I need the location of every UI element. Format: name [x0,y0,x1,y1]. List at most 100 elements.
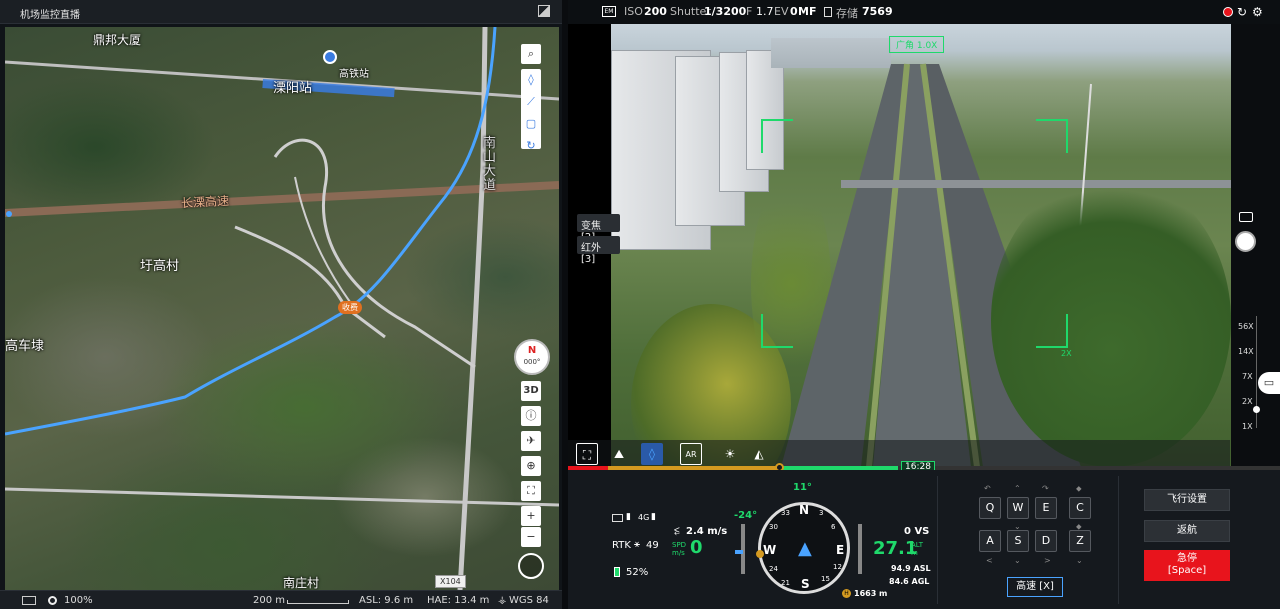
tree-cluster [991,174,1231,467]
photo-mode-icon[interactable] [1239,212,1253,222]
key-q[interactable]: Q [979,497,1001,519]
camera-feed[interactable]: 2X 广角 1.0X [611,24,1231,467]
satellite-icon: ⚹ [634,539,640,550]
asl-readout: 94.9 ASL [891,564,931,573]
feed-toolbar: ⛶ ⛰ ◊ AR ☀ ◭ [568,440,1230,467]
target-bracket-tl [761,119,793,153]
dash-divider [1118,476,1119,604]
spd-label: SPD m/s [672,541,687,557]
signal-strength-icon: ▮ [651,512,656,522]
camera-mode-icon: EM [602,6,616,17]
emergency-stop-label: 急停 [1177,553,1197,564]
emergency-stop-button[interactable]: 急停 [Space] [1144,550,1230,581]
dash-divider [937,476,938,604]
zoom-level-2x[interactable]: 2X [1242,397,1253,406]
focus-mode: MF [798,5,817,18]
map-panel-title: 机场监控直播 [20,10,80,21]
vertical-speed-readout: 0 VS [904,526,930,537]
shutter-button[interactable] [1235,231,1256,252]
map-compass[interactable]: N 000° [514,339,550,375]
ramp-2 [234,225,386,339]
battery-icon [614,567,620,577]
zoom-level-14x[interactable]: 14X [1238,347,1254,356]
compass-w: W [763,543,777,557]
info-icon[interactable]: ⓘ [521,406,541,426]
search-icon[interactable]: ⌕ [521,44,541,64]
home-marker-icon [756,550,764,558]
key-a[interactable]: A [979,530,1001,552]
satellite-map[interactable]: 鼎邦大厦 溧阳站 高铁站 南山大道 长溧高速 圩高村 高车埭 南庄村 收费 X1… [5,27,559,590]
road-south [5,487,559,507]
view-3d-button[interactable]: 3D [521,381,541,401]
map-label-yugao: 圩高村 [140,259,180,274]
expressway [5,181,559,217]
key-w[interactable]: W [1007,497,1029,519]
key-hint: ⬥ [1076,484,1082,493]
refresh-icon[interactable]: ↻ [521,135,541,157]
fit-view-icon[interactable]: ⛶ [521,481,541,501]
key-hint: < [986,556,993,565]
f-label: F [746,5,753,18]
key-c[interactable]: C [1069,497,1091,519]
zoom-lens-tab[interactable]: 变焦 [2] [577,214,620,243]
target-icon[interactable]: ◭ [748,443,770,465]
key-hint: ⌄ [1014,556,1021,565]
map-panel-titlebar: 机场监控直播 [0,0,562,24]
expand-icon[interactable] [538,5,550,17]
record-icon[interactable] [1223,7,1233,17]
camera-status-bar: EM ISO 200 Shutter 1/3200 F 1.7 EV 0 MF … [568,0,1280,24]
compass-tick: 15 [821,575,830,583]
chat-icon[interactable]: ▭ [1258,372,1280,394]
compass-tick: 3 [819,509,824,517]
shutter-value: 1/3200 [704,5,747,18]
ev-value: 0 [790,5,798,18]
key-z[interactable]: Z [1069,530,1091,552]
horizontal-speed: 2.4 m/s [686,526,728,537]
line-icon[interactable]: ⟋ [521,91,541,113]
locate-icon[interactable]: ⊕ [521,456,541,476]
map-label-nanshan-road: 南山大道 [483,136,497,193]
refresh-icon[interactable]: ↻ [1237,5,1247,19]
speed-mode-button[interactable]: 高速 [X] [1007,577,1063,597]
gear-icon[interactable]: ⚙ [1252,5,1263,19]
gimbal-pitch: -24° [734,510,758,521]
zoom-level-56x[interactable]: 56X [1238,322,1254,331]
zoom-level-7x[interactable]: 7X [1242,372,1253,381]
gimbal-scale [741,524,745,574]
key-hint: ↶ [984,484,991,493]
point-icon[interactable]: ◊ [521,69,541,91]
keyboard-icon[interactable] [22,596,36,605]
compass-tick: 21 [781,579,790,587]
zoom-out-button[interactable]: − [521,527,541,547]
ar-icon[interactable]: AR [680,443,702,465]
flight-settings-button[interactable]: 飞行设置 [1144,489,1230,511]
zoom-in-button[interactable]: + [521,506,541,526]
waypoint-icon[interactable]: ◊ [641,443,663,465]
brightness-icon[interactable]: ☀ [719,443,741,465]
key-d[interactable]: D [1035,530,1057,552]
map-status-bar: 100% 200 m ASL: 9.6 m HAE: 13.4 m ⚶ WGS … [0,590,562,609]
zoom-level-1x[interactable]: 1X [1242,422,1253,431]
fullscreen-icon[interactable]: ⛶ [576,443,598,465]
key-e[interactable]: E [1035,497,1057,519]
compass-tick: 33 [781,509,790,517]
compass-tick: 30 [769,523,778,531]
infrared-lens-tab[interactable]: 红外 [3] [577,236,620,265]
return-home-button[interactable]: 返航 [1144,520,1230,542]
key-s[interactable]: S [1007,530,1029,552]
map-type-toggle-icon[interactable] [518,553,544,579]
f-value: 1.7 [756,5,774,18]
rtk-satellites: 49 [646,540,659,551]
wind-icon: ⥶ [674,526,680,537]
map-overlay-icon[interactable]: ⛰ [608,443,630,465]
main-road [457,27,488,590]
map-scale: 200 m [253,595,286,606]
compass-heading: 000° [523,358,541,366]
aircraft-icon[interactable]: ✈ [521,431,541,451]
box-icon[interactable]: ▢ [521,113,541,135]
map-overlay [5,27,559,590]
zoom-slider-handle[interactable] [1253,406,1260,413]
altitude-unit: ALT m [911,541,924,557]
sd-card-icon [824,7,832,17]
map-label-dingbang: 鼎邦大厦 [93,33,142,47]
